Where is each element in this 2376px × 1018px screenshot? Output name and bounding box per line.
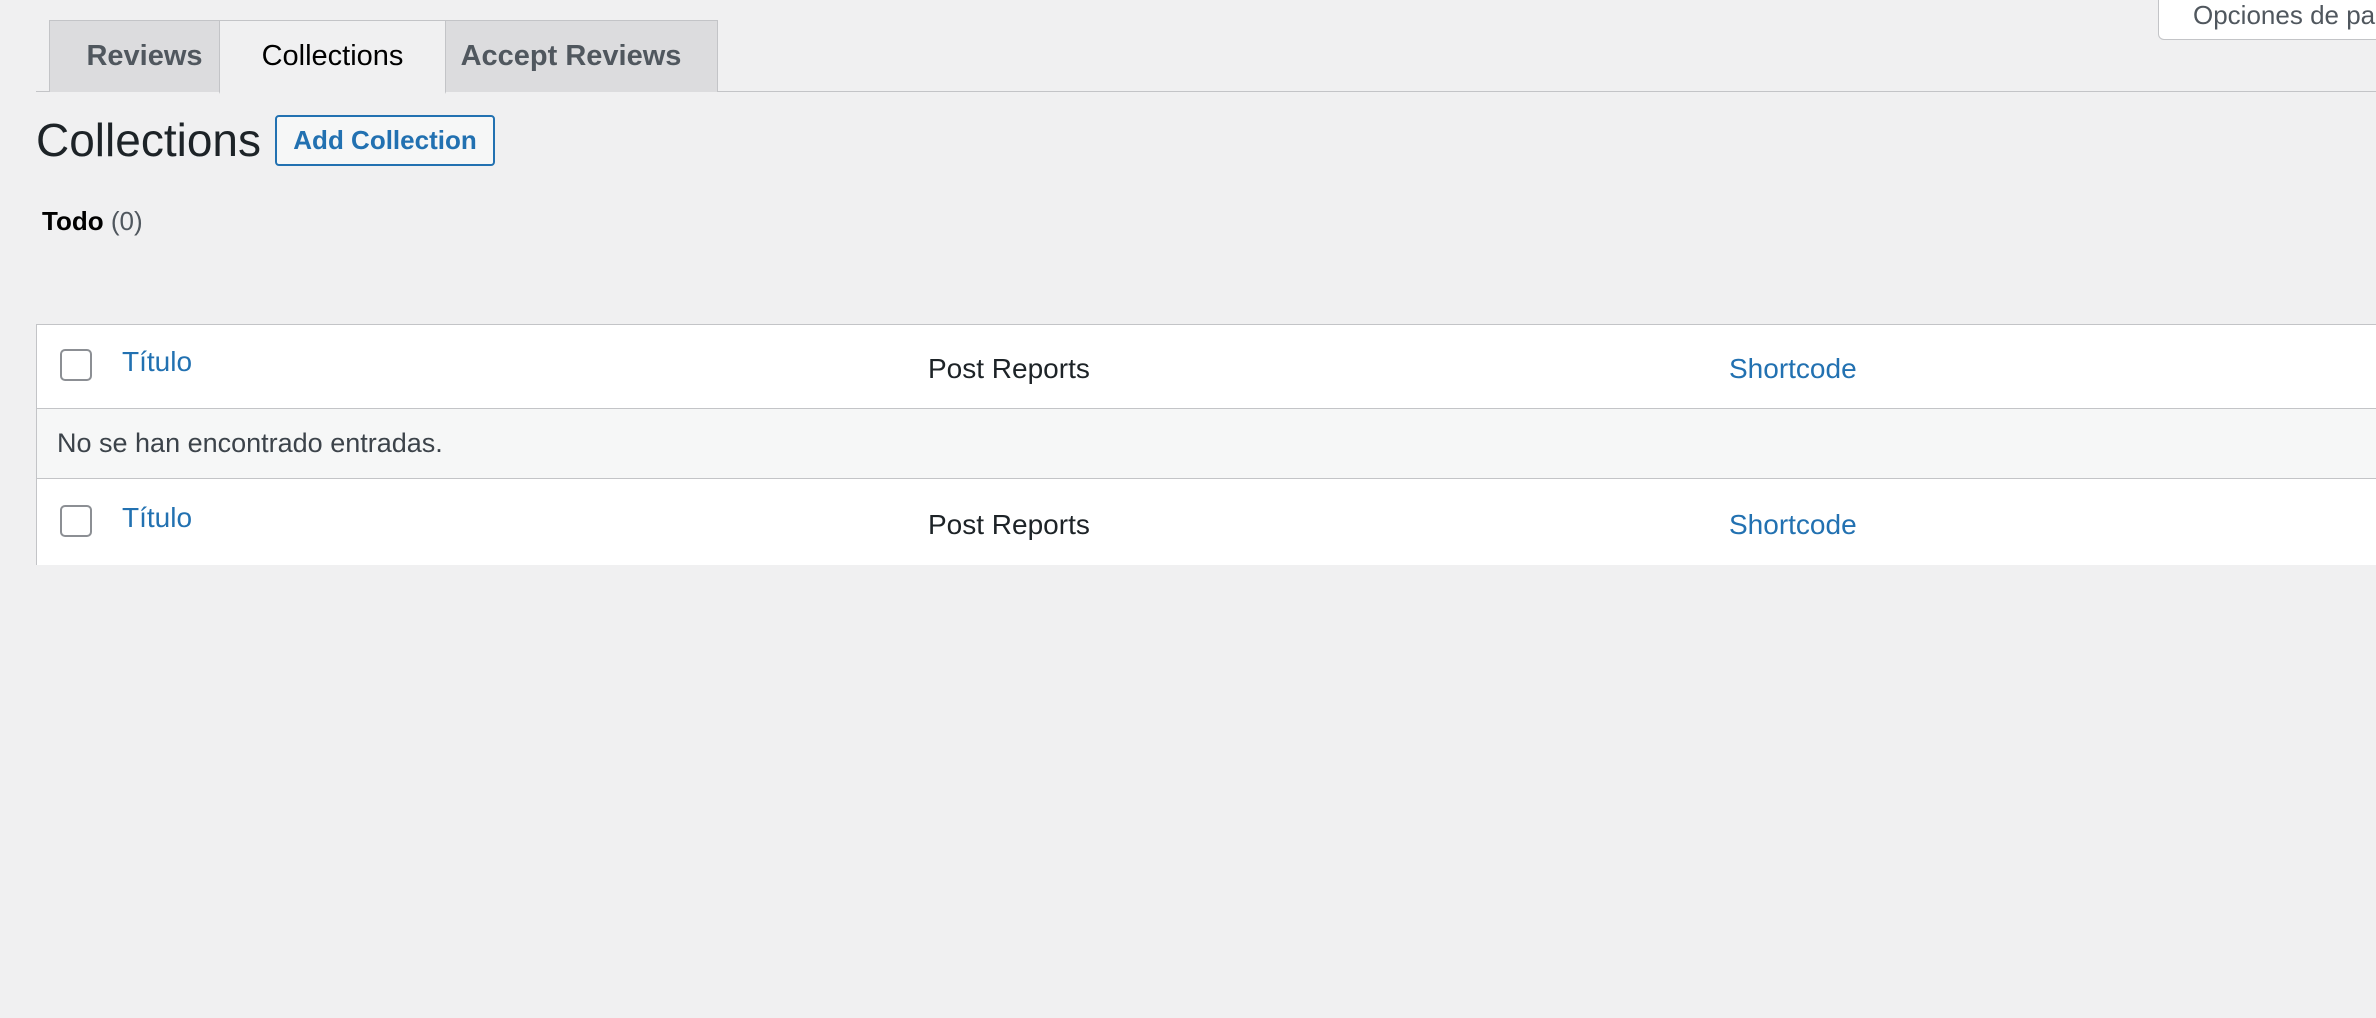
tab-accept-reviews[interactable]: Accept Reviews (424, 20, 718, 92)
add-collection-button[interactable]: Add Collection (275, 115, 495, 166)
nav-tab-wrapper: Reviews Accept Reviews Collections (36, 0, 2376, 94)
tab-collections[interactable]: Collections (219, 20, 446, 94)
select-all-checkbox-footer[interactable] (60, 505, 92, 537)
page-title: Collections (36, 114, 261, 166)
collections-table: Título Post Reports Shortcode No se han … (36, 324, 2376, 565)
tab-collections-label: Collections (261, 40, 404, 72)
column-title-sort-link-footer[interactable]: Título (122, 502, 192, 534)
column-title-sort-link[interactable]: Título (122, 346, 192, 378)
column-shortcode-sort-link-footer[interactable]: Shortcode (1729, 509, 1857, 541)
filter-all-link[interactable]: Todo (42, 206, 104, 236)
select-all-checkbox[interactable] (60, 349, 92, 381)
tab-accept-reviews-label: Accept Reviews (460, 40, 682, 72)
column-shortcode-sort-link[interactable]: Shortcode (1729, 353, 1857, 385)
table-footer-row: Título Post Reports Shortcode (37, 479, 2376, 565)
filter-all-count: (0) (110, 206, 143, 236)
status-filters: Todo (0) (42, 204, 143, 238)
tab-reviews-label: Reviews (86, 40, 203, 72)
table-header-row: Título Post Reports Shortcode (37, 325, 2376, 409)
column-post-reports-footer: Post Reports (928, 509, 1090, 540)
table-row: No se han encontrado entradas. (37, 409, 2376, 479)
add-collection-button-label: Add Collection (293, 125, 477, 155)
column-post-reports-header: Post Reports (928, 353, 1090, 384)
no-items-message: No se han encontrado entradas. (57, 428, 443, 458)
tab-reviews[interactable]: Reviews (49, 20, 240, 92)
